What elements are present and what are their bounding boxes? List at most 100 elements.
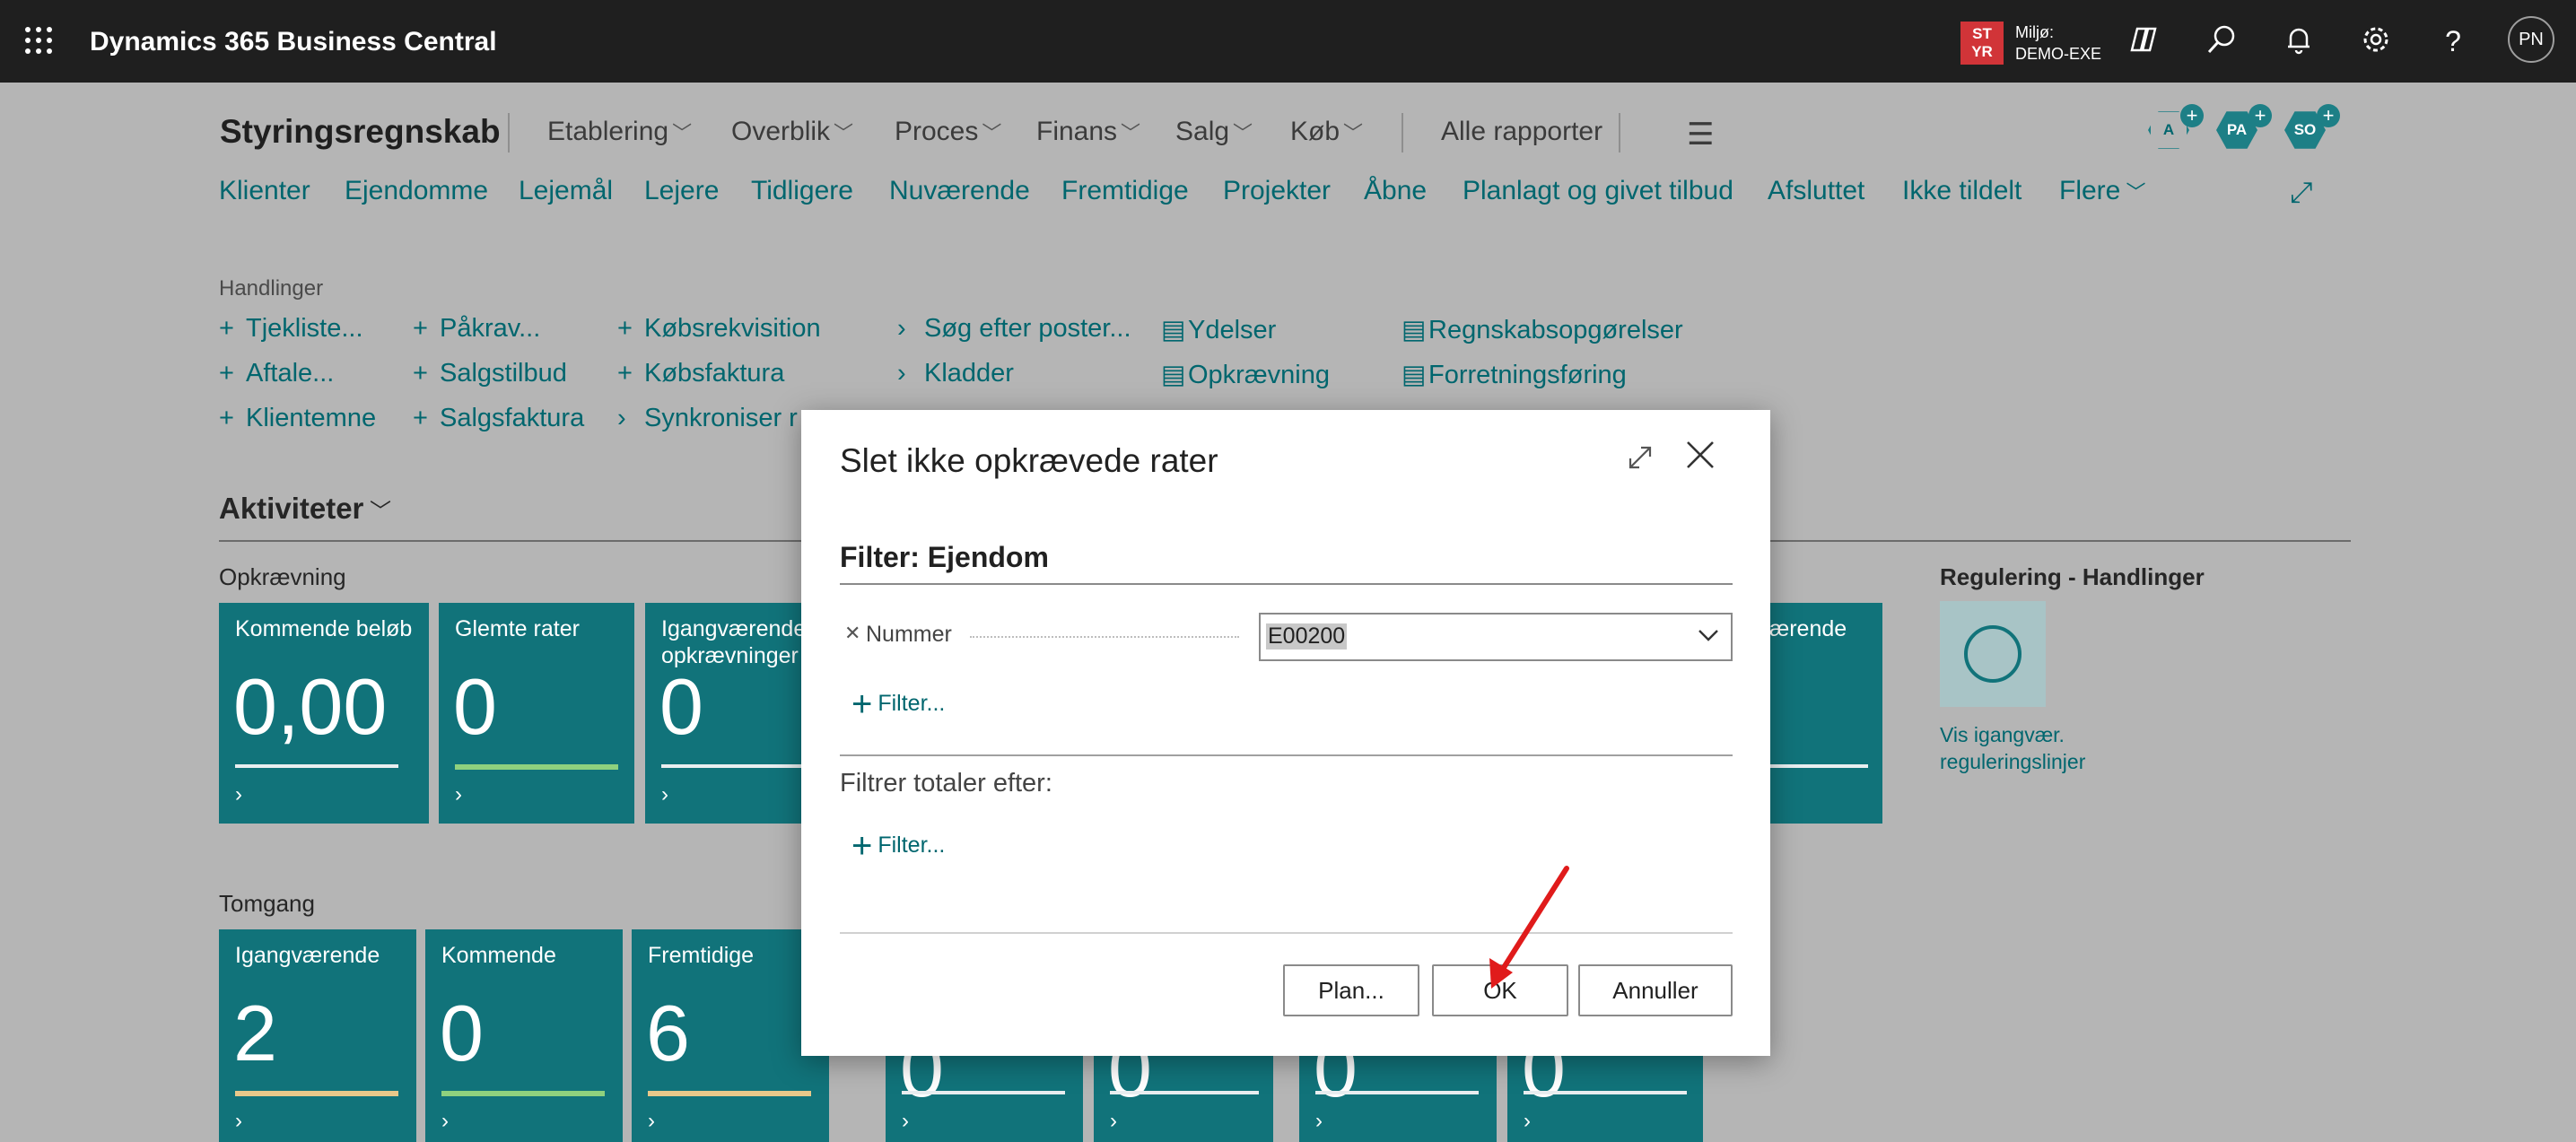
waffle-icon[interactable] — [25, 27, 52, 54]
menu-finans[interactable]: Finans ﹀ — [1036, 117, 1140, 147]
action-forretningsfoering[interactable]: ▤Forretningsføring — [1402, 359, 1627, 390]
plus-icon: + — [2249, 104, 2272, 127]
add-totals-filter-button[interactable]: + Filter... — [851, 826, 945, 867]
gear-icon[interactable] — [2358, 23, 2394, 59]
environment-name: DEMO-EXE — [2015, 45, 2102, 63]
plan-button[interactable]: Plan... — [1283, 964, 1419, 1016]
action-soeg-efter-poster[interactable]: › Søg efter poster... — [897, 314, 1131, 344]
help-icon[interactable]: ? — [2435, 23, 2471, 59]
menu-alle-rapporter[interactable]: Alle rapporter — [1441, 117, 1602, 147]
divider — [1402, 113, 1403, 153]
nav-link-afsluttet[interactable]: Afsluttet — [1768, 176, 1864, 206]
chevron-right-icon: › — [897, 314, 906, 343]
action-ydelser[interactable]: ▤Ydelser — [1161, 314, 1276, 345]
chevron-right-icon: › — [661, 782, 668, 806]
annotation-arrow — [1489, 866, 1569, 989]
hex-button-so[interactable]: SO + — [2284, 104, 2340, 154]
menu-proces[interactable]: Proces ﹀ — [895, 117, 1001, 147]
nav-link-klienter[interactable]: Klienter — [219, 176, 310, 206]
nav-link-lejemaal[interactable]: Lejemål — [519, 176, 613, 206]
menu-etablering[interactable]: Etablering ﹀ — [547, 117, 692, 147]
nav-link-fremtidige[interactable]: Fremtidige — [1061, 176, 1189, 206]
dotted-leader — [970, 636, 1239, 638]
action-aftale[interactable]: + Aftale... — [219, 359, 334, 388]
expand-icon[interactable] — [1625, 442, 1657, 475]
copilot-icon[interactable] — [2126, 23, 2162, 59]
tile-regulering[interactable] — [1940, 601, 2046, 707]
avatar[interactable]: PN — [2508, 16, 2554, 63]
menu-salg[interactable]: Salg ﹀ — [1175, 117, 1253, 147]
menu-overblik[interactable]: Overblik ﹀ — [731, 117, 853, 147]
document-icon: ▤ — [1402, 361, 1427, 389]
nummer-value: E00200 — [1266, 623, 1348, 649]
action-salgsfaktura[interactable]: + Salgsfaktura — [413, 404, 584, 433]
plus-icon: + — [219, 404, 234, 432]
hex-button-a[interactable]: A + — [2148, 104, 2204, 154]
plus-icon: + — [219, 314, 234, 343]
tile-kommende-beloeb[interactable]: Kommende beløb 0,00 › — [219, 603, 429, 824]
add-filter-button[interactable]: + Filter... — [851, 684, 945, 725]
nummer-input[interactable]: E00200 — [1259, 613, 1733, 661]
group-title-regulering: Regulering - Handlinger — [1940, 563, 2205, 590]
divider — [840, 754, 1733, 756]
group-title-opkraevning: Opkrævning — [219, 563, 346, 590]
page-title: Styringsregnskab — [220, 113, 501, 150]
plus-icon: + — [2180, 104, 2204, 127]
action-kladder[interactable]: › Kladder — [897, 359, 1014, 388]
action-klientemne[interactable]: + Klientemne — [219, 404, 376, 433]
nav-link-tidligere[interactable]: Tidligere — [751, 176, 853, 206]
environment-badge[interactable]: ST YR — [1960, 22, 2004, 65]
close-icon[interactable] — [1682, 439, 1718, 475]
circle-icon — [1964, 625, 2022, 683]
nav-link-planlagt[interactable]: Planlagt og givet tilbud — [1463, 176, 1733, 206]
document-icon: ▤ — [1161, 316, 1186, 344]
tile-glemte-rater[interactable]: Glemte rater 0 › — [439, 603, 634, 824]
action-paakrav[interactable]: + Påkrav... — [413, 314, 540, 344]
chevron-right-icon: › — [455, 782, 462, 806]
nav-link-ikke-tildelt[interactable]: Ikke tildelt — [1902, 176, 2022, 206]
divider — [1619, 113, 1620, 153]
search-icon[interactable] — [2204, 23, 2240, 59]
action-koebsfaktura[interactable]: + Købsfaktura — [617, 359, 784, 388]
activities-title[interactable]: Aktiviteter ﹀ — [219, 492, 391, 526]
hamburger-icon[interactable]: ☰ — [1687, 117, 1714, 153]
tile-kommende[interactable]: Kommende 0 › — [425, 929, 623, 1142]
nav-link-ejendomme[interactable]: Ejendomme — [345, 176, 488, 206]
remove-filter-icon[interactable]: ✕ — [844, 622, 860, 645]
plus-icon: + — [617, 359, 633, 388]
action-koebsrekvisition[interactable]: + Købsrekvisition — [617, 314, 821, 344]
menu-koeb[interactable]: Køb ﹀ — [1290, 117, 1363, 147]
chevron-right-icon: › — [235, 782, 242, 806]
expand-icon[interactable]: ⤢ — [2290, 176, 2313, 210]
totals-filter-label: Filtrer totaler efter: — [840, 769, 1052, 798]
plus-icon: + — [413, 359, 428, 388]
cancel-button[interactable]: Annuller — [1578, 964, 1733, 1016]
chevron-down-icon[interactable] — [1697, 622, 1720, 655]
environment-label[interactable]: Miljø: DEMO-EXE — [2015, 22, 2101, 65]
link-vis-igangvaer[interactable]: Vis igangvær. reguleringslinjer — [1940, 721, 2119, 775]
tile-igangvaerende[interactable]: Igangværende 2 › — [219, 929, 416, 1142]
hex-button-pa[interactable]: PA + — [2216, 104, 2272, 154]
tile-fremtidige[interactable]: Fremtidige 6 › — [632, 929, 829, 1142]
bell-icon[interactable] — [2281, 23, 2317, 59]
plus-icon: + — [413, 404, 428, 432]
tile-opkraevning-4[interactable]: ærende — [1759, 603, 1882, 824]
divider — [508, 113, 510, 153]
nav-link-nuvaerende[interactable]: Nuværende — [889, 176, 1030, 206]
nav-link-aabne[interactable]: Åbne — [1364, 176, 1427, 206]
nav-link-lejere[interactable]: Lejere — [644, 176, 719, 206]
environment-caption: Miljø: — [2015, 23, 2054, 41]
action-regnskabsopgoerelser[interactable]: ▤Regnskabsopgørelser — [1402, 314, 1683, 345]
nav-link-projekter[interactable]: Projekter — [1223, 176, 1331, 206]
action-tjekliste[interactable]: + Tjekliste... — [219, 314, 363, 344]
chevron-right-icon: › — [1110, 1109, 1117, 1133]
nav-link-flere[interactable]: Flere ﹀ — [2059, 176, 2145, 206]
app-title[interactable]: Dynamics 365 Business Central — [90, 27, 497, 57]
action-opkraevning[interactable]: ▤Opkrævning — [1161, 359, 1330, 390]
top-bar: Dynamics 365 Business Central ST YR Miljø… — [0, 0, 2576, 83]
chevron-right-icon: › — [1524, 1109, 1531, 1133]
document-icon: ▤ — [1161, 361, 1186, 389]
action-salgstilbud[interactable]: + Salgstilbud — [413, 359, 567, 388]
action-synkroniser[interactable]: › Synkroniser r — [617, 404, 798, 433]
field-label-nummer: Nummer — [866, 622, 952, 647]
